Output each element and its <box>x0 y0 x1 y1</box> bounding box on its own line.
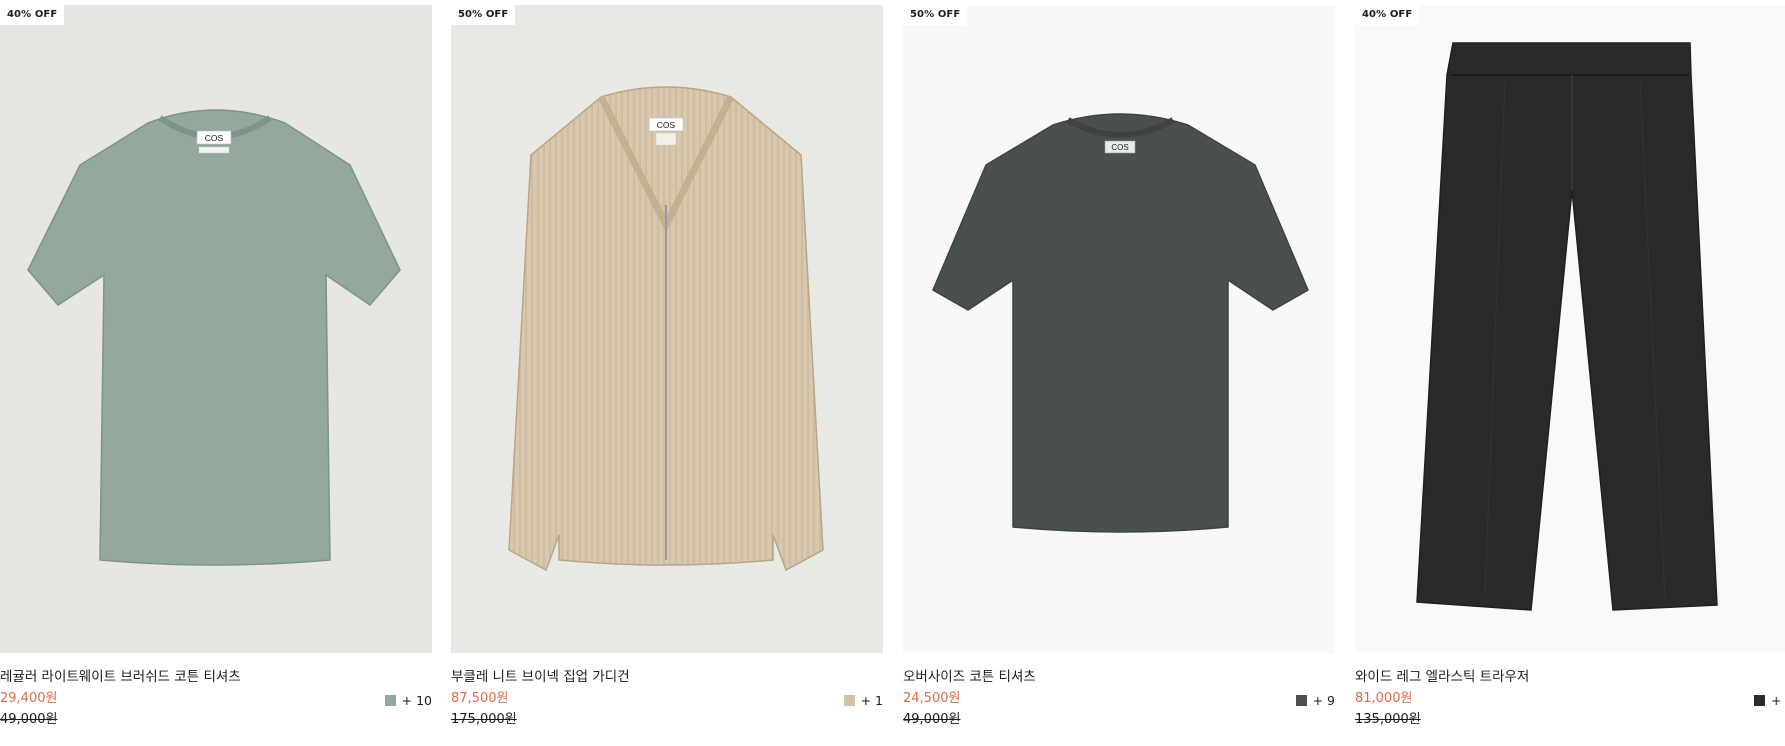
product-info: 와이드 레그 엘라스틱 트라우저 81,000원 135,000원 + 5 <box>1355 653 1785 746</box>
color-swatch[interactable] <box>1754 695 1765 706</box>
brand-label: COS <box>1111 143 1128 152</box>
product-image[interactable]: 40% OFF <box>1355 5 1785 653</box>
discount-badge: 50% OFF <box>903 5 968 25</box>
original-price: 135,000원 <box>1355 712 1421 727</box>
tshirt-illustration: COS <box>27 109 401 566</box>
color-swatch[interactable] <box>843 695 855 706</box>
tshirt-illustration: COS <box>932 113 1309 533</box>
brand-label: COS <box>657 120 676 130</box>
color-swatches[interactable]: + 1 <box>843 693 883 708</box>
cardigan-illustration: COS <box>508 86 824 572</box>
discount-badge: 40% OFF <box>0 5 65 25</box>
product-name[interactable]: 오버사이즈 코튼 티셔츠 <box>903 665 1036 685</box>
product-image[interactable]: COS 50% OFF <box>903 5 1335 653</box>
trousers-illustration <box>1416 42 1718 611</box>
color-swatch[interactable] <box>1295 695 1307 706</box>
product-info: 오버사이즈 코튼 티셔츠 24,500원 49,000원 + 9 <box>903 653 1335 746</box>
discount-badge: 50% OFF <box>451 5 516 25</box>
product-card[interactable]: 40% OFF 와이드 레그 엘라스틱 트라우저 81,000원 135,000… <box>1355 5 1785 746</box>
product-info: 부클레 니트 브이넥 집업 가디건 87,500원 175,000원 + 1 <box>451 653 883 746</box>
color-swatches[interactable]: + 9 <box>1295 693 1335 708</box>
more-colors-count: + 10 <box>401 693 432 708</box>
sale-price: 29,400원 <box>0 691 58 706</box>
product-name[interactable]: 와이드 레그 엘라스틱 트라우저 <box>1355 665 1529 685</box>
color-swatches[interactable]: + 5 <box>1754 693 1785 708</box>
product-card[interactable]: COS 40% OFF 레귤러 라이트웨이트 브러쉬드 코튼 티셔츠 29,40… <box>0 5 432 746</box>
product-card[interactable]: COS 50% OFF 부클레 니트 브이넥 집업 가디건 87,500원 17… <box>451 5 883 746</box>
sale-price: 87,500원 <box>451 691 509 706</box>
brand-label: COS <box>205 133 224 143</box>
more-colors-count: + 1 <box>860 693 883 708</box>
product-card[interactable]: COS 50% OFF 오버사이즈 코튼 티셔츠 24,500원 49,000원… <box>903 5 1335 746</box>
garment-shape <box>932 113 1309 533</box>
sale-price: 24,500원 <box>903 691 961 706</box>
original-price: 49,000원 <box>903 712 961 727</box>
color-swatch[interactable] <box>384 695 396 706</box>
sale-price: 81,000원 <box>1355 691 1413 706</box>
product-grid: COS 40% OFF 레귤러 라이트웨이트 브러쉬드 코튼 티셔츠 29,40… <box>0 5 1785 746</box>
color-swatches[interactable]: + 10 <box>384 693 432 708</box>
original-price: 49,000원 <box>0 712 58 727</box>
product-image[interactable]: COS 50% OFF <box>451 5 883 653</box>
product-name[interactable]: 레귤러 라이트웨이트 브러쉬드 코튼 티셔츠 <box>0 665 241 685</box>
more-colors-count: + 9 <box>1312 693 1335 708</box>
garment-shape <box>1416 42 1718 611</box>
product-image[interactable]: COS 40% OFF <box>0 5 432 653</box>
original-price: 175,000원 <box>451 712 517 727</box>
product-name[interactable]: 부클레 니트 브이넥 집업 가디건 <box>451 665 630 685</box>
product-info: 레귤러 라이트웨이트 브러쉬드 코튼 티셔츠 29,400원 49,000원 +… <box>0 653 432 746</box>
discount-badge: 40% OFF <box>1355 5 1420 25</box>
garment-shape <box>27 109 401 566</box>
more-colors-count: + 5 <box>1771 693 1785 708</box>
